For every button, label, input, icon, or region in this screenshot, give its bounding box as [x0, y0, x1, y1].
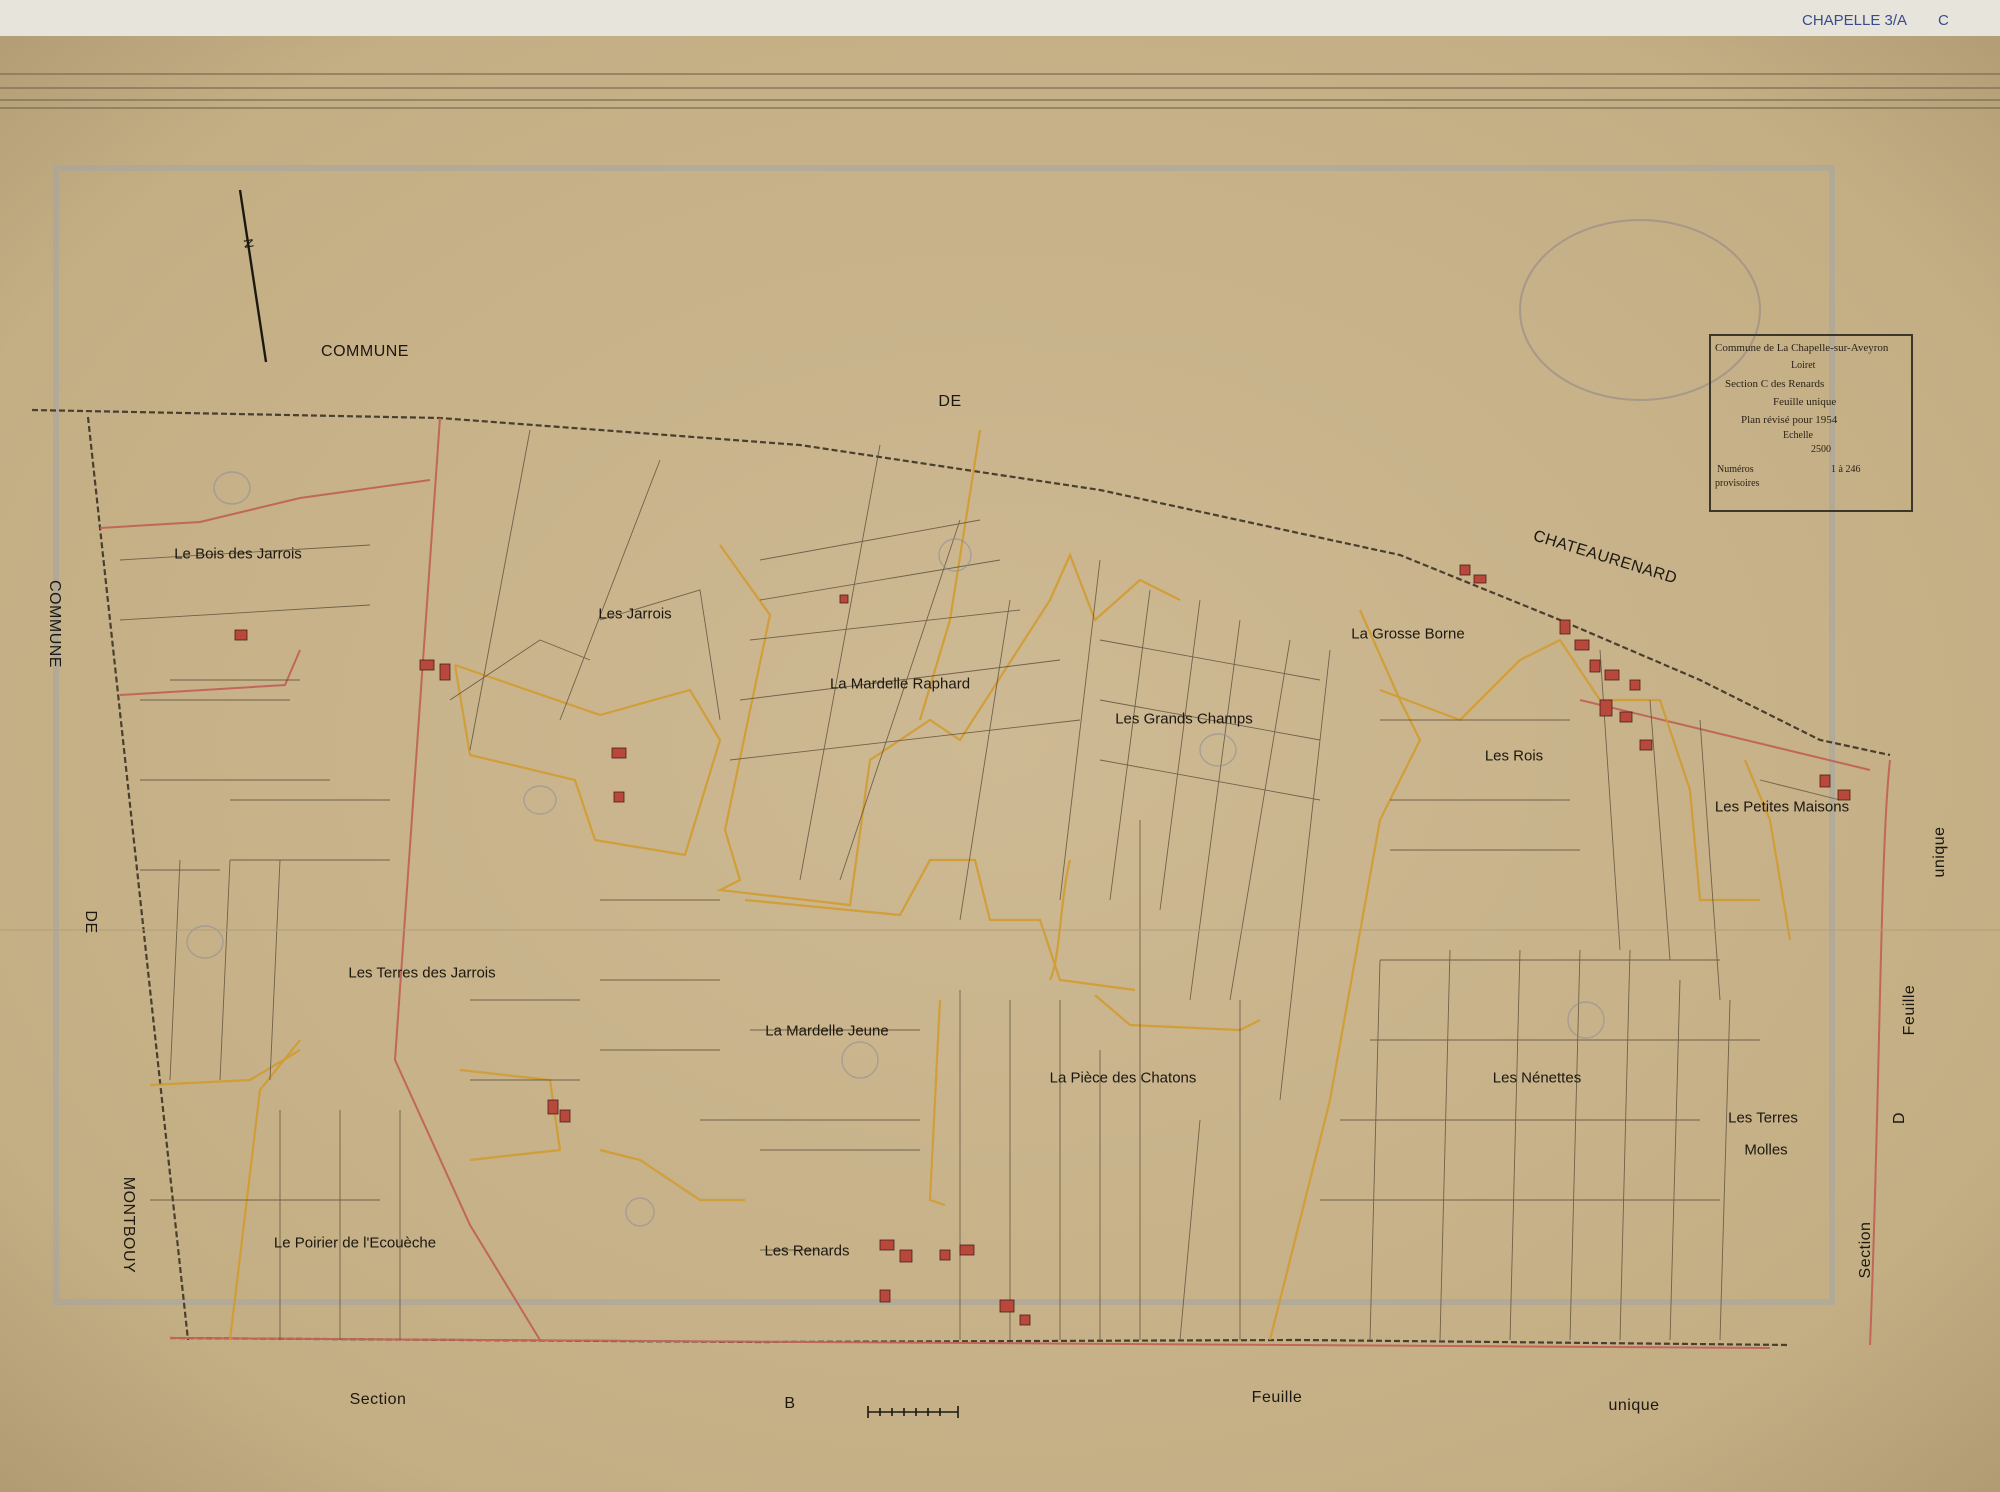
map-drawing [0, 0, 2000, 1492]
archive-label-strip [0, 0, 2000, 36]
top-commune-label: COMMUNE [321, 343, 409, 360]
cartouche-feuille: Feuille unique [1773, 396, 1837, 408]
cartouche-section: Section C des Renards [1725, 378, 1825, 390]
bottom-b-label: B [784, 1395, 796, 1412]
cartouche-range: 1 à 246 [1831, 464, 1861, 475]
right-d-label: D [1891, 1111, 1908, 1125]
place-terres-molles-line2: Molles [1744, 1141, 1788, 1159]
cartouche-plan-revise: Plan révisé pour 1954 [1741, 414, 1838, 426]
cartouche-numeros: Numéros [1717, 464, 1754, 475]
archive-reference: CHAPELLE 3/A [1802, 12, 1908, 29]
place-poirier-de-l-ecoueche: Le Poirier de l'Ecouèche [273, 1234, 437, 1252]
place-nenettes: Les Nénettes [1492, 1069, 1582, 1087]
left-montbouy-label: MONTBOUY [120, 1176, 137, 1274]
cadastral-map-sheet: CHAPELLE 3/A C N COMMUNE DE CHATEAURENAR… [0, 0, 2000, 1492]
place-mardelle-jeune: La Mardelle Jeune [765, 1022, 889, 1040]
cartouche-department: Loiret [1791, 360, 1816, 371]
place-terres-molles-line1: Les Terres [1728, 1109, 1798, 1127]
archive-letter: C [1938, 12, 1949, 29]
place-grosse-borne: La Grosse Borne [1351, 625, 1465, 643]
left-commune-label: COMMUNE [46, 580, 63, 668]
place-terres-des-jarrois: Les Terres des Jarrois [348, 964, 496, 982]
place-les-jarrois: Les Jarrois [598, 605, 672, 623]
bottom-section-label: Section [349, 1391, 407, 1408]
place-bois-des-jarrois: Le Bois des Jarrois [174, 545, 302, 563]
cartouche-scale: 2500 [1811, 444, 1831, 455]
left-de-label: DE [82, 910, 99, 934]
place-mardelle-raphard: La Mardelle Raphard [829, 675, 971, 693]
place-petites-maisons: Les Petites Maisons [1714, 798, 1850, 816]
right-feuille-label: Feuille [1901, 984, 1918, 1036]
bottom-feuille-label: Feuille [1251, 1389, 1303, 1406]
place-grands-champs: Les Grands Champs [1115, 710, 1253, 728]
cartouche-commune: Commune de La Chapelle-sur-Aveyron [1715, 342, 1889, 354]
place-les-rois: Les Rois [1484, 747, 1544, 765]
place-piece-des-chatons: La Pièce des Chatons [1049, 1069, 1197, 1087]
title-cartouche: Commune de La Chapelle-sur-Aveyron Loire… [1709, 334, 1913, 512]
top-de-label: DE [938, 393, 962, 410]
right-section-label: Section [1857, 1221, 1874, 1279]
right-unique-label: unique [1931, 826, 1948, 878]
cartouche-provisoires: provisoires [1715, 478, 1760, 489]
bottom-unique-label: unique [1608, 1397, 1660, 1414]
place-renards: Les Renards [764, 1242, 850, 1260]
cartouche-echelle-label: Echelle [1783, 430, 1813, 441]
